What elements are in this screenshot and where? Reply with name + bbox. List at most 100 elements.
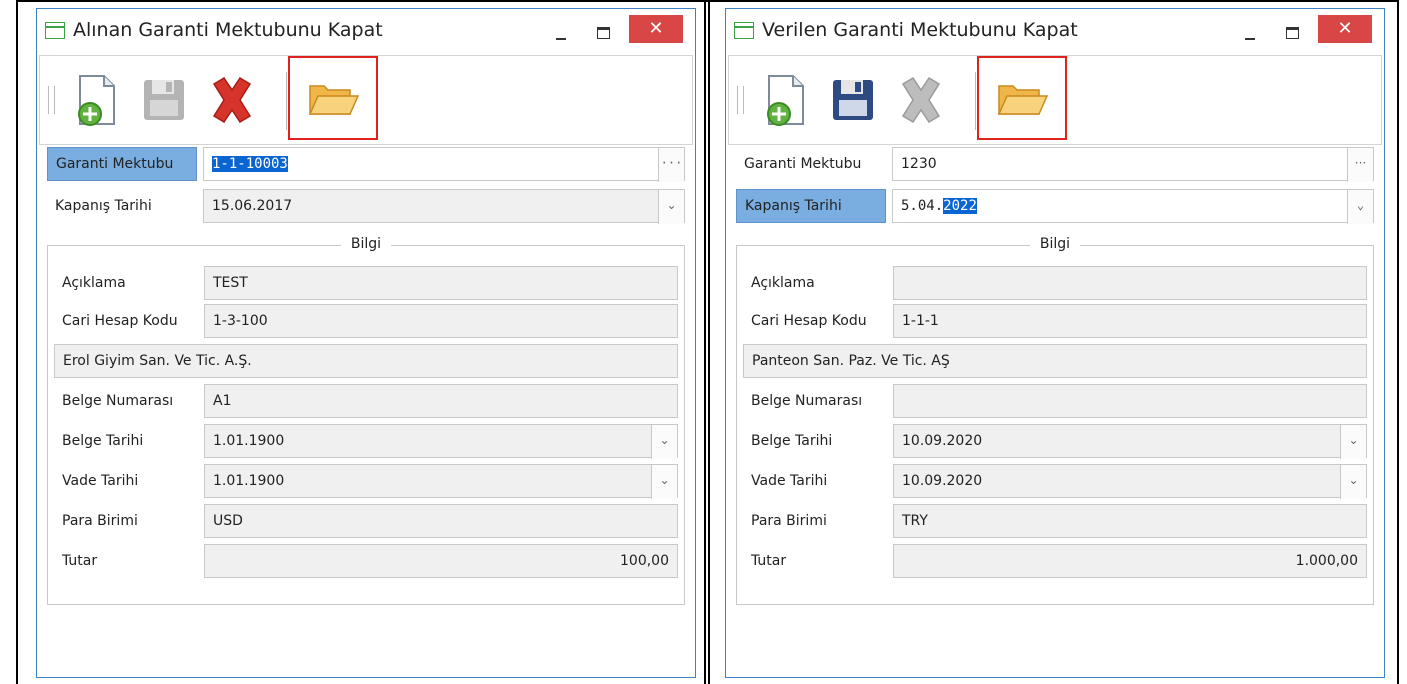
delete-icon[interactable] (891, 70, 951, 130)
belge-no-input[interactable]: A1 (204, 384, 678, 418)
title-bar: Verilen Garanti Mektubunu Kapat ✕ (726, 9, 1384, 53)
delete-icon[interactable] (202, 70, 262, 130)
cari-name-field[interactable]: Panteon San. Paz. Ve Tic. AŞ (743, 344, 1367, 378)
chevron-down-icon[interactable]: ⌄ (1347, 190, 1373, 224)
maximize-button[interactable] (1278, 21, 1306, 43)
toolbar (39, 55, 693, 145)
window-alinan: Alınan Garanti Mektubunu Kapat ✕ Garanti… (36, 8, 696, 678)
aciklama-label: Açıklama (62, 275, 126, 291)
vade-label: Vade Tarihi (62, 473, 139, 489)
close-button[interactable]: ✕ (629, 15, 683, 43)
minimize-button[interactable] (547, 21, 575, 43)
kapanis-value: 15.06.2017 (212, 198, 293, 214)
garanti-value: 1-1-10003 (212, 156, 288, 172)
garanti-row: Garanti Mektubu 1-1-10003 ··· (47, 147, 685, 182)
para-input[interactable]: USD (204, 504, 678, 538)
belge-tarihi-value: 1.01.1900 (213, 433, 285, 449)
garanti-label: Garanti Mektubu (744, 156, 862, 172)
aciklama-input[interactable] (893, 266, 1367, 300)
garanti-value: 1230 (901, 156, 937, 172)
ellipsis-button[interactable]: ··· (658, 148, 684, 182)
belge-no-label: Belge Numarası (751, 393, 863, 409)
vade-row: Vade Tarihi 10.09.2020 ⌄ (743, 464, 1367, 499)
tutar-label: Tutar (62, 553, 98, 569)
cari-input[interactable]: 1-1-1 (893, 304, 1367, 338)
window-title: Alınan Garanti Mektubunu Kapat (73, 19, 383, 41)
belge-tarihi-row: Belge Tarihi 10.09.2020 ⌄ (743, 424, 1367, 459)
ellipsis-button[interactable]: ··· (1347, 148, 1373, 182)
kapanis-row: Kapanış Tarihi 15.06.2017 ⌄ (47, 189, 685, 224)
bilgi-group: Bilgi Açıklama Cari Hesap Kodu 1-1-1 Pan… (736, 236, 1374, 605)
vade-row: Vade Tarihi 1.01.1900 ⌄ (54, 464, 678, 499)
toolbar (728, 55, 1382, 145)
para-label: Para Birimi (62, 513, 138, 529)
tutar-row: Tutar 100,00 (54, 544, 678, 578)
belge-no-row: Belge Numarası A1 (54, 384, 678, 418)
minimize-button[interactable] (1236, 21, 1264, 43)
belge-tarihi-input[interactable]: 10.09.2020 ⌄ (893, 424, 1367, 459)
chevron-down-icon[interactable]: ⌄ (1340, 425, 1366, 459)
cari-input[interactable]: 1-3-100 (204, 304, 678, 338)
para-input[interactable]: TRY (893, 504, 1367, 538)
window-title: Verilen Garanti Mektubunu Kapat (762, 19, 1078, 41)
vade-input[interactable]: 1.01.1900 ⌄ (204, 464, 678, 499)
kapanis-input[interactable]: 15.06.2017 ⌄ (203, 189, 685, 224)
open-folder-icon[interactable] (991, 70, 1051, 130)
cari-row: Cari Hesap Kodu 1-1-1 (743, 304, 1367, 338)
para-row: Para Birimi TRY (743, 504, 1367, 538)
vade-label: Vade Tarihi (751, 473, 828, 489)
para-label: Para Birimi (751, 513, 827, 529)
cari-row: Cari Hesap Kodu 1-3-100 (54, 304, 678, 338)
belge-tarihi-input[interactable]: 1.01.1900 ⌄ (204, 424, 678, 459)
garanti-input[interactable]: 1-1-10003 ··· (203, 147, 685, 182)
aciklama-input[interactable]: TEST (204, 266, 678, 300)
garanti-input[interactable]: 1230 ··· (892, 147, 1374, 182)
vade-value: 1.01.1900 (213, 473, 285, 489)
chevron-down-icon[interactable]: ⌄ (658, 190, 684, 224)
group-title: Bilgi (1029, 236, 1081, 252)
chevron-down-icon[interactable]: ⌄ (651, 425, 677, 459)
belge-tarihi-value: 10.09.2020 (902, 433, 983, 449)
kapanis-label: Kapanış Tarihi (736, 189, 886, 223)
maximize-button[interactable] (589, 21, 617, 43)
bilgi-group: Bilgi Açıklama TEST Cari Hesap Kodu 1-3-… (47, 236, 685, 605)
tutar-input[interactable]: 1.000,00 (893, 544, 1367, 578)
cari-label: Cari Hesap Kodu (751, 313, 867, 329)
belge-tarihi-label: Belge Tarihi (62, 433, 144, 449)
open-folder-icon[interactable] (302, 70, 362, 130)
garanti-label: Garanti Mektubu (47, 147, 197, 181)
tutar-row: Tutar 1.000,00 (743, 544, 1367, 578)
garanti-row: Garanti Mektubu 1230 ··· (736, 147, 1374, 182)
aciklama-row: Açıklama (743, 266, 1367, 300)
kapanis-label: Kapanış Tarihi (55, 198, 152, 214)
cari-name-field[interactable]: Erol Giyim San. Ve Tic. A.Ş. (54, 344, 678, 378)
kapanis-input[interactable]: 5.04.2022 ⌄ (892, 189, 1374, 224)
save-icon[interactable] (134, 70, 194, 130)
toolbar-separator (975, 72, 976, 130)
new-document-icon[interactable] (755, 70, 815, 130)
aciklama-label: Açıklama (751, 275, 815, 291)
belge-tarihi-label: Belge Tarihi (751, 433, 833, 449)
kapanis-prefix: 5.04. (901, 198, 944, 214)
new-document-icon[interactable] (66, 70, 126, 130)
cari-label: Cari Hesap Kodu (62, 313, 178, 329)
belge-tarihi-row: Belge Tarihi 1.01.1900 ⌄ (54, 424, 678, 459)
vade-input[interactable]: 10.09.2020 ⌄ (893, 464, 1367, 499)
close-button[interactable]: ✕ (1318, 15, 1372, 43)
window-verilen: Verilen Garanti Mektubunu Kapat ✕ Garant… (725, 8, 1385, 678)
window-icon (45, 22, 65, 39)
toolbar-separator (286, 72, 287, 130)
kapanis-row: Kapanış Tarihi 5.04.2022 ⌄ (736, 189, 1374, 224)
window-icon (734, 22, 754, 39)
toolbar-grip[interactable] (737, 86, 744, 114)
kapanis-selected: 2022 (943, 198, 977, 214)
title-bar: Alınan Garanti Mektubunu Kapat ✕ (37, 9, 695, 53)
save-icon[interactable] (823, 70, 883, 130)
tutar-input[interactable]: 100,00 (204, 544, 678, 578)
cari-name-row: Panteon San. Paz. Ve Tic. AŞ (743, 344, 1367, 378)
chevron-down-icon[interactable]: ⌄ (1340, 465, 1366, 499)
aciklama-row: Açıklama TEST (54, 266, 678, 300)
chevron-down-icon[interactable]: ⌄ (651, 465, 677, 499)
toolbar-grip[interactable] (48, 86, 55, 114)
belge-no-input[interactable] (893, 384, 1367, 418)
